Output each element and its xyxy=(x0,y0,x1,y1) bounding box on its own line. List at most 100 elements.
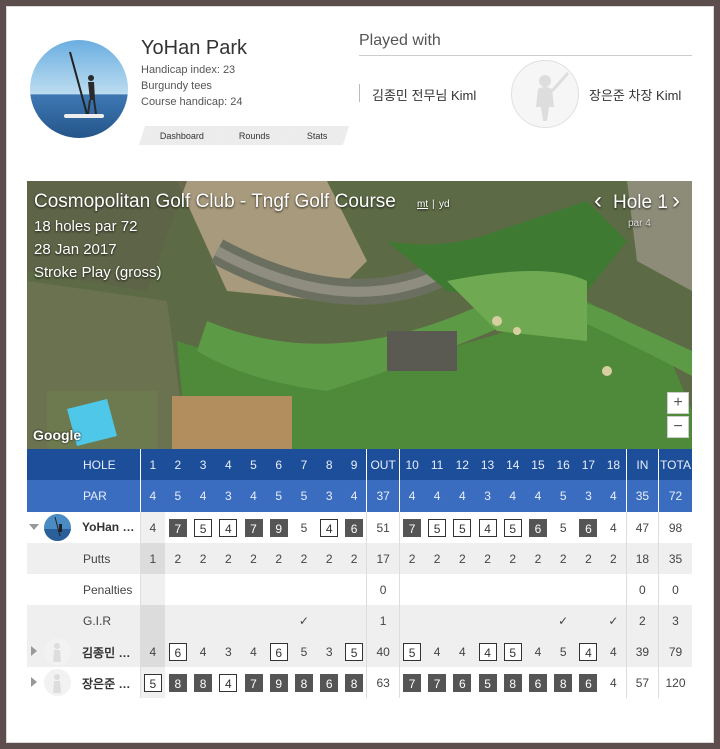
stat-cell: 17 xyxy=(366,543,400,574)
played-with-title: Played with xyxy=(359,32,441,49)
score-cell: 120 xyxy=(658,667,692,698)
par-value: 4 xyxy=(601,480,627,512)
par-value: 37 xyxy=(366,480,400,512)
double-bogey-box: 6 xyxy=(579,673,598,692)
nav-stats[interactable]: Stats xyxy=(284,126,350,145)
double-bogey-box: 6 xyxy=(579,518,598,537)
player-avatar xyxy=(44,514,71,541)
par-row: PAR 4 5 4 3 4 5 5 3 4 37 4 4 4 3 4 4 5 3 4 35 72 xyxy=(27,480,692,512)
zoom-out-button[interactable]: − xyxy=(667,416,689,438)
player-row[interactable]: 장은준 … 5 8 8 4 7 9 8 6 8 63 7 7 6 5 8 6 8 6 4 57 120 xyxy=(27,667,692,698)
player-name-cell[interactable]: 장은준 … xyxy=(27,667,140,698)
mate-name[interactable]: 장은준 차장 Kiml xyxy=(589,85,681,104)
stat-label: Putts xyxy=(27,543,141,574)
par-value: 3 xyxy=(215,480,241,512)
stat-cell xyxy=(341,605,367,636)
handicap-index: Handicap index: 23 xyxy=(141,64,236,76)
stat-cell xyxy=(190,574,215,605)
double-bogey-box: 6 xyxy=(528,518,547,537)
course-handicap: Course handicap: 24 xyxy=(141,96,243,108)
score-cell: 6 xyxy=(525,667,550,698)
player-name-cell[interactable]: YoHan … xyxy=(27,512,140,543)
stat-cell: 2 xyxy=(291,543,317,574)
score-cell: 4 xyxy=(317,512,342,543)
nav-rounds[interactable]: Rounds xyxy=(218,126,292,145)
nav-dashboard[interactable]: Dashboard xyxy=(138,126,226,145)
score-cell: 51 xyxy=(366,512,400,543)
double-bogey-box: 7 xyxy=(168,518,187,537)
unit-yd[interactable]: yd xyxy=(439,199,450,210)
prev-hole-icon[interactable]: ‹ xyxy=(594,187,602,215)
player-name-cell[interactable]: 김종민 … xyxy=(27,636,141,667)
stat-cell: 2 xyxy=(165,543,191,574)
score-cell: 4 xyxy=(216,667,241,698)
expand-icon[interactable] xyxy=(31,646,37,656)
double-bogey-box: 7 xyxy=(244,673,263,692)
hole-number: 6 xyxy=(266,449,292,480)
player-avatar xyxy=(44,638,71,665)
next-hole-icon[interactable]: › xyxy=(672,187,680,215)
stat-cell xyxy=(500,574,525,605)
bogey-box: 5 xyxy=(345,642,364,661)
hole-label: Hole 1 xyxy=(613,192,668,213)
stat-cell: 2 xyxy=(550,543,576,574)
bogey-box: 5 xyxy=(503,518,522,537)
score-cell: 5 xyxy=(300,520,308,535)
score-cell: 8 xyxy=(291,667,316,698)
bogey-box: 5 xyxy=(428,518,447,537)
score-cell: 4 xyxy=(216,512,241,543)
course-map[interactable]: Cosmopolitan Golf Club - Tngf Golf Cours… xyxy=(27,181,692,449)
hole-number: 7 xyxy=(291,449,317,480)
stat-cell: 2 xyxy=(525,543,551,574)
double-bogey-box: 6 xyxy=(528,673,547,692)
stat-cell xyxy=(240,605,267,636)
expand-icon[interactable] xyxy=(31,677,37,687)
stat-cell xyxy=(216,574,241,605)
unit-mt[interactable]: mt xyxy=(417,199,428,210)
player-avatar xyxy=(30,40,128,138)
hole-number: 14 xyxy=(500,449,526,480)
score-cell: 5 xyxy=(500,512,525,543)
stat-cell xyxy=(139,605,166,636)
player-short-name: YoHan … xyxy=(82,520,135,534)
bogey-box: 5 xyxy=(143,673,162,692)
hole-number: OUT xyxy=(366,449,400,480)
collapse-icon[interactable] xyxy=(29,524,39,530)
score-cell: 9 xyxy=(266,512,291,543)
score-cell: 4 xyxy=(139,636,166,667)
divider xyxy=(359,55,692,56)
player-short-name: 장은준 … xyxy=(82,677,131,691)
unit-separator: | xyxy=(432,199,435,210)
score-cell: 5 xyxy=(291,636,317,667)
stat-cell: 2 xyxy=(190,543,216,574)
hole-number: 1 xyxy=(139,449,166,480)
stat-cell xyxy=(266,574,291,605)
score-cell: 5 xyxy=(139,667,166,698)
zoom-in-button[interactable]: + xyxy=(667,392,689,414)
player-row[interactable]: YoHan … 4 7 5 4 7 9 5 4 6 51 7 5 5 4 5 6 5 6 4 47 98 xyxy=(27,512,692,543)
double-bogey-box: 8 xyxy=(345,673,364,692)
stat-cell: 2 xyxy=(215,543,241,574)
stat-cell: 3 xyxy=(658,605,692,636)
hole-number: 9 xyxy=(341,449,367,480)
player-row[interactable]: 김종민 … 4 6 4 3 4 6 5 3 5 40 5 4 4 4 5 4 5 4 4 39 79 xyxy=(27,636,692,667)
double-bogey-box: 9 xyxy=(269,518,288,537)
hole-number: 17 xyxy=(575,449,602,480)
bogey-box: 4 xyxy=(219,673,238,692)
stat-cell xyxy=(424,605,450,636)
double-bogey-box: 8 xyxy=(554,673,573,692)
mate-avatar[interactable] xyxy=(511,60,579,128)
par-value: 4 xyxy=(398,480,425,512)
stat-cell xyxy=(190,605,216,636)
stat-cell: 2 xyxy=(341,543,367,574)
mate-name[interactable]: 김종민 전무님 Kiml xyxy=(372,85,476,104)
hole-number: 10 xyxy=(398,449,425,480)
par-value: 3 xyxy=(575,480,602,512)
score-cell: 6 xyxy=(165,636,191,667)
bogey-box: 4 xyxy=(320,518,339,537)
stat-cell: 2 xyxy=(449,543,475,574)
stat-cell xyxy=(525,605,551,636)
hole-par: par 4 xyxy=(628,218,651,229)
par-value: 4 xyxy=(500,480,526,512)
score-cell: 7 xyxy=(398,512,425,543)
